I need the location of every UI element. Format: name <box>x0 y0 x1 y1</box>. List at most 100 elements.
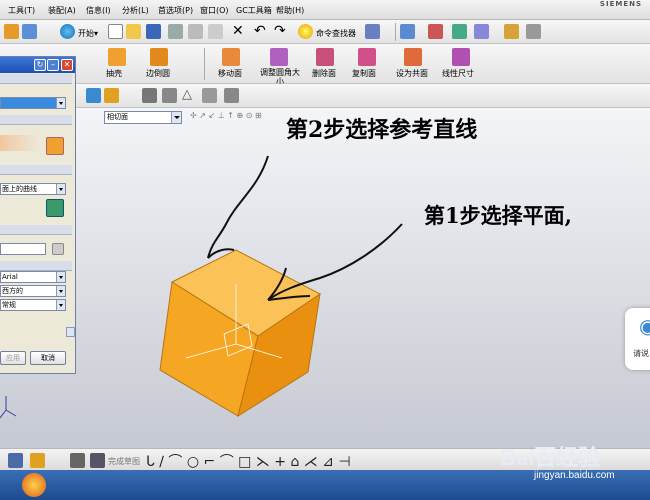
edge-blend-icon[interactable] <box>150 48 168 66</box>
chevron-down-icon <box>56 98 65 108</box>
triangle-icon[interactable]: △ <box>182 87 192 102</box>
style-value: 常规 <box>2 301 16 309</box>
layer-icon[interactable] <box>526 24 541 39</box>
assembly-icon[interactable] <box>22 24 37 39</box>
part-icon[interactable] <box>4 24 19 39</box>
graphics-viewport[interactable]: 相切面 ✢ ↗ ↙ ⊥ ↑ ⊕ ⊙ ⊞ 第2步选择参考直线 第1步选择平面, ◉… <box>0 108 650 448</box>
dialog-type-dropdown[interactable] <box>0 97 66 109</box>
redo-icon[interactable]: ↷ <box>274 23 286 39</box>
dialog-section-header[interactable] <box>0 261 72 271</box>
render-icon[interactable] <box>474 24 489 39</box>
dialog-section-header[interactable] <box>0 74 72 84</box>
voice-widget-label: 请说 <box>633 349 649 358</box>
measure-icon[interactable] <box>504 24 519 39</box>
copy-face-button[interactable]: 复制面 <box>352 68 376 79</box>
delete-face-icon[interactable] <box>316 48 334 66</box>
copy-icon[interactable] <box>188 24 203 39</box>
baidu-watermark: Bai百经验 <box>500 445 601 470</box>
text-options-icon[interactable] <box>52 243 64 255</box>
selection-bar: △ <box>0 84 650 108</box>
menu-window[interactable]: 窗口(O) <box>200 5 229 16</box>
sketch-shape-icons[interactable]: ᒐ ∕ ⌒ ○ ⌐ ⌒ □ ⋋ + ⌂ ⋌ ⊿ ⊣ <box>146 451 351 471</box>
save-icon[interactable] <box>146 24 161 39</box>
move-face-button[interactable]: 移动面 <box>218 68 242 79</box>
dialog-close-icon[interactable]: ✕ <box>61 59 73 71</box>
finish-sketch-label[interactable]: 完成草图 <box>108 456 140 467</box>
chevron-down-icon <box>56 184 65 194</box>
menu-analysis[interactable]: 分析(L) <box>122 5 149 16</box>
menu-gc-toolbox[interactable]: GC工具箱 <box>236 5 272 16</box>
view-front-icon[interactable] <box>142 88 157 103</box>
dialog-minimize-icon[interactable]: – <box>47 59 59 71</box>
select-filter-icon[interactable] <box>365 24 380 39</box>
microphone-icon: ◉ <box>639 314 650 338</box>
shell-icon[interactable] <box>108 48 126 66</box>
dialog-section-header[interactable] <box>0 225 72 235</box>
start-button[interactable]: 开始▾ <box>78 28 98 39</box>
sketch-grid-icon[interactable] <box>90 453 105 468</box>
select-curve-icon[interactable] <box>46 199 64 217</box>
shaded-icon[interactable] <box>104 88 119 103</box>
display-icon[interactable] <box>452 24 467 39</box>
dialog-section-header[interactable] <box>0 165 72 175</box>
shell-button[interactable]: 抽壳 <box>106 68 122 79</box>
annotation-step2: 第2步选择参考直线 <box>286 117 478 143</box>
chevron-down-icon <box>56 300 65 310</box>
command-finder-icon[interactable] <box>298 24 313 39</box>
menu-help[interactable]: 帮助(H) <box>276 5 304 16</box>
font-dropdown[interactable]: Arial <box>0 271 66 283</box>
pan-icon[interactable] <box>86 88 101 103</box>
style-dropdown[interactable]: 常规 <box>0 299 66 311</box>
make-coplanar-button[interactable]: 设为共面 <box>396 68 428 79</box>
script-value: 西方的 <box>2 287 23 295</box>
menu-preferences[interactable]: 首选项(P) <box>158 5 193 16</box>
menu-tools[interactable]: 工具(T) <box>8 5 35 16</box>
open-folder-icon[interactable] <box>126 24 141 39</box>
copy-face-icon[interactable] <box>358 48 376 66</box>
apply-button[interactable]: 应用 <box>0 351 26 365</box>
cut-icon[interactable] <box>168 24 183 39</box>
standard-toolbar: 开始▾ ✕ ↶ ↷ 命令查找器 <box>0 20 650 44</box>
text-input-field[interactable] <box>0 243 46 255</box>
command-finder-button[interactable]: 命令查找器 <box>316 28 356 39</box>
resize-blend-icon[interactable] <box>270 48 288 66</box>
menu-assembly[interactable]: 装配(A) <box>48 5 76 16</box>
voice-input-widget[interactable]: ◉ 请说 <box>625 308 650 370</box>
chevron-down-icon <box>56 286 65 296</box>
undo-icon[interactable]: ↶ <box>254 23 266 39</box>
menu-info[interactable]: 信息(I) <box>86 5 111 16</box>
linear-dimension-button[interactable]: 线性尺寸 <box>442 68 474 79</box>
scroll-down-icon[interactable] <box>66 327 75 337</box>
view-orient-icon[interactable] <box>400 24 415 39</box>
snap-icon[interactable] <box>428 24 443 39</box>
finish-sketch-icon[interactable] <box>70 453 85 468</box>
baidu-watermark-url: jingyan.baidu.com <box>534 470 615 481</box>
delete-face-button[interactable]: 删除面 <box>312 68 336 79</box>
orange-cube[interactable] <box>159 249 321 418</box>
move-face-icon[interactable] <box>222 48 240 66</box>
dialog-reset-icon[interactable]: ↻ <box>34 59 46 71</box>
dialog-section-header[interactable] <box>0 115 72 125</box>
paste-icon[interactable] <box>208 24 223 39</box>
annotation-step1: 第1步选择平面, <box>424 203 572 228</box>
linear-dimension-icon[interactable] <box>452 48 470 66</box>
select-face-icon[interactable] <box>46 137 64 155</box>
model-canvas <box>0 155 403 419</box>
new-file-icon[interactable] <box>108 24 123 39</box>
make-coplanar-icon[interactable] <box>404 48 422 66</box>
delete-icon[interactable]: ✕ <box>232 23 244 39</box>
toolbar-separator <box>395 23 396 41</box>
view-iso-icon[interactable] <box>202 88 217 103</box>
profile-icon[interactable] <box>30 453 45 468</box>
edge-blend-button[interactable]: 边倒圆 <box>146 68 170 79</box>
script-dropdown[interactable]: 西方的 <box>0 285 66 297</box>
siemens-logo: SIEMENS <box>599 0 642 8</box>
curve-option-dropdown[interactable]: 面上的曲线 <box>0 183 66 195</box>
start-icon[interactable] <box>60 24 75 39</box>
view-top-icon[interactable] <box>162 88 177 103</box>
sketch-icon[interactable] <box>8 453 23 468</box>
nx-app-icon[interactable] <box>22 473 46 497</box>
view-right-icon[interactable] <box>224 88 239 103</box>
cancel-button[interactable]: 取消 <box>30 351 66 365</box>
arrow-stroke-step1 <box>267 223 403 301</box>
